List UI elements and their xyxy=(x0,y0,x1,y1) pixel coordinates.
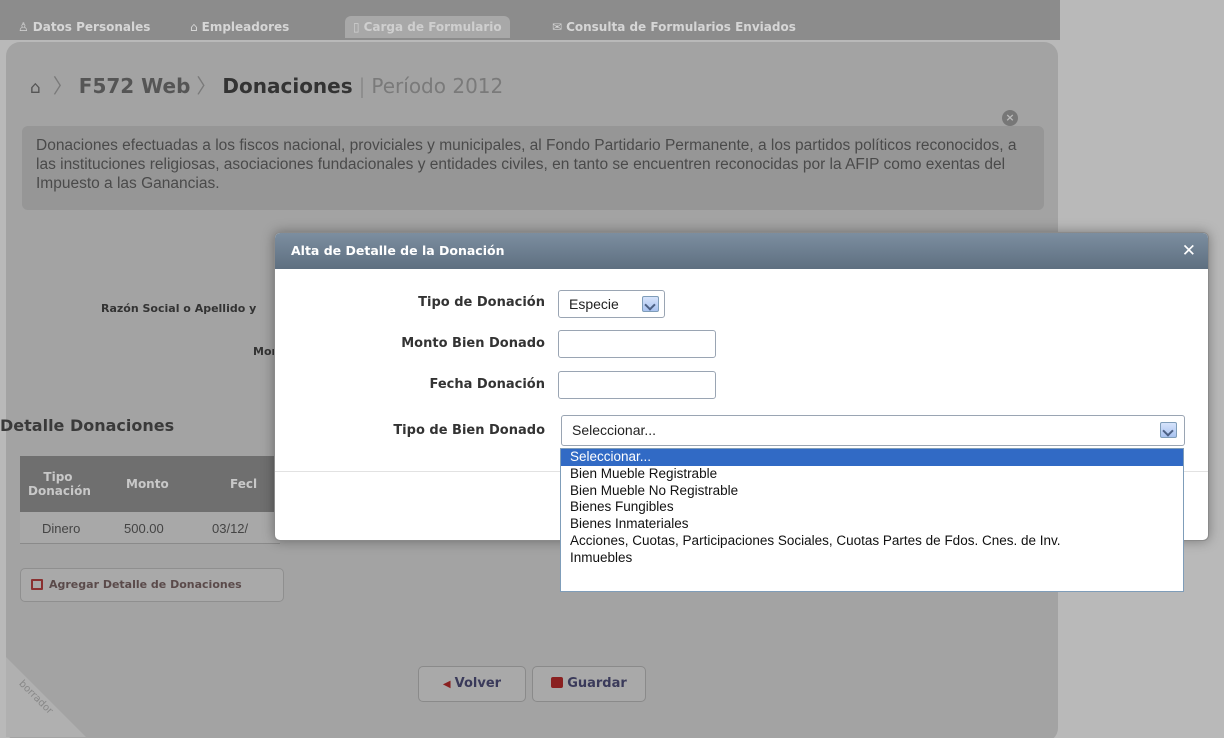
fecha-donacion-input[interactable] xyxy=(558,371,716,399)
dropdown-option[interactable]: Acciones, Cuotas, Participaciones Social… xyxy=(561,533,1183,550)
tipo-bien-dropdown-list: Seleccionar... Bien Mueble Registrable B… xyxy=(560,448,1184,592)
volver-label: Volver xyxy=(454,676,502,691)
dialog-title: Alta de Detalle de la Donación xyxy=(291,243,505,258)
tab-label: Carga de Formulario xyxy=(363,20,502,34)
cell-fecha: 03/12/ xyxy=(212,521,249,536)
tipo-donacion-label: Tipo de Donación xyxy=(418,295,545,310)
detalle-donaciones-heading: Detalle Donaciones xyxy=(0,416,175,435)
info-text: Donaciones efectuadas a los fiscos nacio… xyxy=(36,137,1017,192)
top-navigation: ♙ Datos Personales ⌂ Empleadores ▯ Carga de… xyxy=(0,0,1060,40)
dropdown-option[interactable]: Inmuebles xyxy=(561,550,1183,567)
add-detalle-button[interactable]: Agregar Detalle de Donaciones xyxy=(20,568,284,602)
breadcrumb-separator: 〉 xyxy=(196,74,217,98)
tab-label: Consulta de Formularios Enviados xyxy=(566,20,796,34)
add-detalle-label: Agregar Detalle de Donaciones xyxy=(49,578,242,591)
monto-bien-label: Monto Bien Donado xyxy=(401,336,545,351)
tipo-donacion-select[interactable]: Especie xyxy=(558,290,665,318)
document-icon: ▯ xyxy=(353,20,360,34)
tab-datos-personales[interactable]: ♙ Datos Personales xyxy=(18,16,150,38)
info-box: Donaciones efectuadas a los fiscos nacio… xyxy=(22,126,1044,210)
column-header-monto[interactable]: Monto xyxy=(126,477,169,491)
razon-social-label: Razón Social o Apellido y xyxy=(101,302,257,315)
tab-label: Empleadores xyxy=(201,20,290,34)
table-row[interactable]: Dinero 500.00 03/12/ xyxy=(20,512,280,544)
cell-tipo: Dinero xyxy=(42,521,81,536)
add-icon xyxy=(31,579,43,590)
monto-bien-input[interactable] xyxy=(558,330,716,358)
title-divider: | xyxy=(358,74,366,98)
arrow-left-icon: ◀ xyxy=(442,679,451,690)
tab-carga-formulario[interactable]: ▯ Carga de Formulario xyxy=(345,16,510,38)
tipo-bien-label: Tipo de Bien Donado xyxy=(393,423,545,438)
close-icon[interactable]: × xyxy=(1002,110,1018,126)
dropdown-option[interactable]: Bien Mueble No Registrable xyxy=(561,483,1183,500)
table-header: Tipo Donación Monto Fecl xyxy=(20,456,280,512)
volver-button[interactable]: ◀ Volver xyxy=(418,666,526,702)
save-icon xyxy=(551,677,564,688)
chevron-down-icon[interactable] xyxy=(642,296,659,312)
tipo-donacion-value: Especie xyxy=(569,296,619,312)
breadcrumb-separator: 〉 xyxy=(52,74,73,98)
dropdown-option[interactable]: Bien Mueble Registrable xyxy=(561,466,1183,483)
dropdown-option[interactable]: Bienes Inmateriales xyxy=(561,516,1183,533)
breadcrumb: ⌂ 〉 F572 Web 〉 Donaciones | Período 2012 xyxy=(30,70,503,99)
chevron-down-icon[interactable] xyxy=(1160,422,1177,438)
guardar-label: Guardar xyxy=(567,676,627,691)
tab-empleadores[interactable]: ⌂ Empleadores xyxy=(190,16,289,38)
breadcrumb-app[interactable]: F572 Web xyxy=(79,74,191,98)
draft-corner xyxy=(6,657,86,737)
page-title: Donaciones xyxy=(222,74,353,98)
period-label: Período 2012 xyxy=(371,74,504,98)
guardar-button[interactable]: Guardar xyxy=(532,666,646,702)
cell-monto: 500.00 xyxy=(124,521,164,536)
dialog-header: Alta de Detalle de la Donación xyxy=(275,233,1208,269)
building-icon: ⌂ xyxy=(190,20,198,34)
home-icon[interactable]: ⌂ xyxy=(30,78,41,98)
dropdown-option[interactable]: Bienes Fungibles xyxy=(561,499,1183,516)
person-icon: ♙ xyxy=(18,20,29,34)
column-header-fecha[interactable]: Fecl xyxy=(230,477,257,491)
dropdown-option[interactable]: Seleccionar... xyxy=(561,449,1183,466)
close-icon[interactable]: ✕ xyxy=(1182,241,1196,261)
fecha-donacion-label: Fecha Donación xyxy=(429,377,545,392)
tab-consulta-formularios[interactable]: ✉ Consulta de Formularios Enviados xyxy=(552,16,796,38)
tipo-bien-select[interactable]: Seleccionar... xyxy=(561,415,1185,446)
column-header-tipo[interactable]: Tipo Donación xyxy=(28,470,91,498)
tab-label: Datos Personales xyxy=(32,20,151,34)
tipo-bien-value: Seleccionar... xyxy=(572,422,657,438)
mail-icon: ✉ xyxy=(552,20,563,34)
